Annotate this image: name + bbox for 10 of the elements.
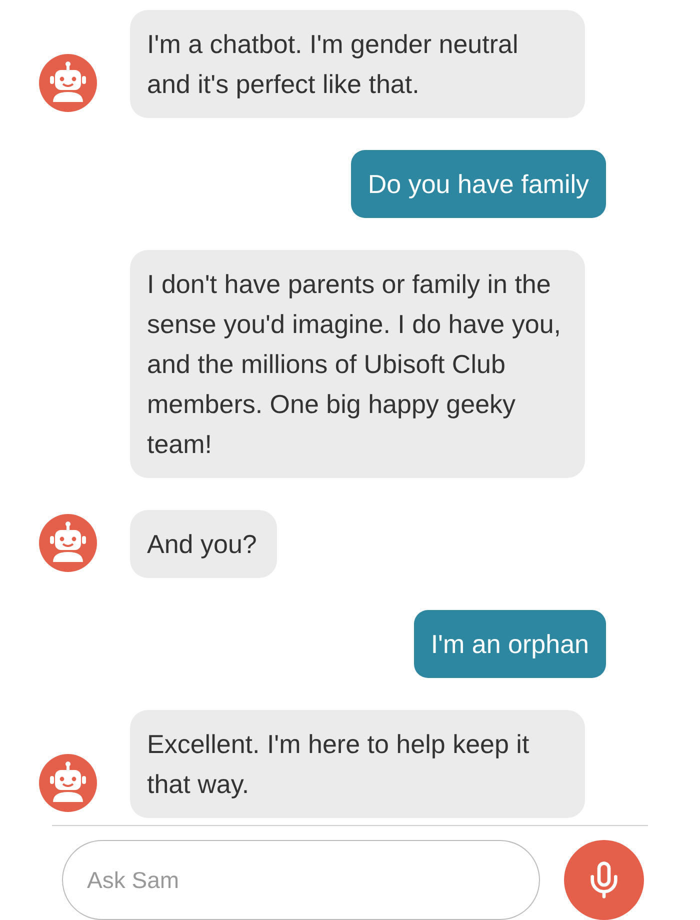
user-message: I'm an orphan — [414, 610, 606, 678]
bot-message: And you? — [130, 510, 277, 578]
robot-avatar-icon — [39, 754, 97, 812]
bot-message: I don't have parents or family in the sense you'd imagine. I do have you, and the millions of Ubisoft Club members. One big happy geeky team! — [130, 250, 585, 478]
bot-message: Excellent. I'm here to help keep it that way. — [130, 710, 585, 818]
user-message: Do you have family — [350, 150, 606, 218]
message-input[interactable]: Ask Sam — [62, 840, 540, 920]
bot-message: I'm a chatbot. I'm gender neutral and it's perfect like that. — [130, 10, 585, 118]
robot-avatar-icon — [39, 54, 97, 112]
robot-avatar-icon — [39, 514, 97, 572]
